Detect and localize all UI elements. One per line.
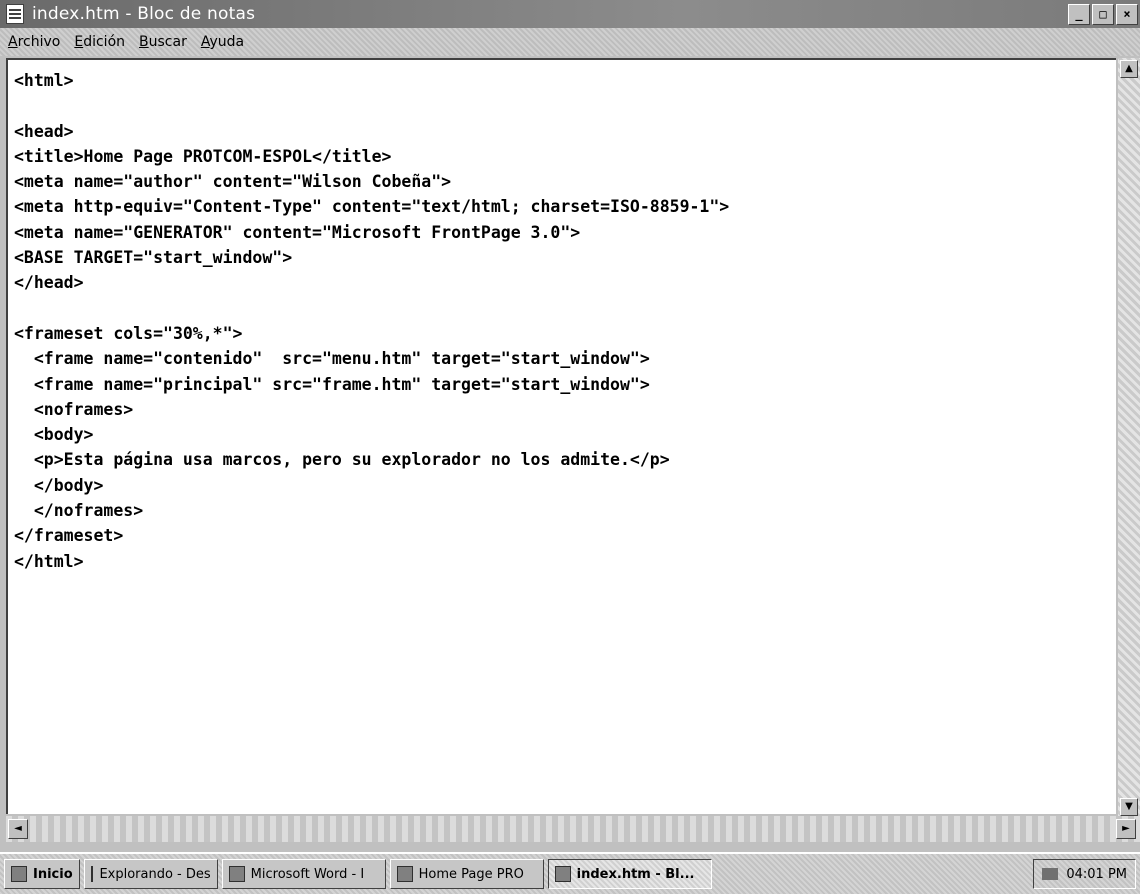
taskbar: Inicio Explorando - Des Microsoft Word -… <box>0 852 1140 894</box>
windows-logo-icon <box>11 866 27 882</box>
menu-buscar[interactable]: Buscar <box>139 34 187 50</box>
notepad-window: index.htm - Bloc de notas _ □ × Archivo … <box>0 0 1140 852</box>
scroll-right-icon[interactable]: ► <box>1116 819 1136 839</box>
title-bar[interactable]: index.htm - Bloc de notas _ □ × <box>0 0 1140 28</box>
task-label: Microsoft Word - I <box>250 866 365 882</box>
text-editor[interactable]: <html> <head> <title>Home Page PROTCOM-E… <box>6 58 1116 814</box>
task-label: Explorando - Des <box>99 866 211 882</box>
browser-icon <box>396 866 413 882</box>
explorer-icon <box>90 866 94 882</box>
scroll-down-icon[interactable]: ▼ <box>1120 798 1138 816</box>
system-tray: 04:01 PM <box>1033 859 1136 889</box>
horizontal-scrollbar[interactable]: ◄ ► <box>6 816 1140 842</box>
scroll-left-icon[interactable]: ◄ <box>8 819 28 839</box>
task-notepad[interactable]: index.htm - Bl... <box>547 859 712 889</box>
minimize-button[interactable]: _ <box>1068 4 1090 25</box>
vertical-scrollbar[interactable]: ▲ ▼ <box>1118 58 1140 818</box>
menu-bar: Archivo Edición Buscar Ayuda <box>0 28 1140 56</box>
scroll-up-icon[interactable]: ▲ <box>1120 60 1138 78</box>
notepad-icon <box>554 866 571 882</box>
task-label: Home Page PRO <box>418 866 524 882</box>
maximize-button[interactable]: □ <box>1092 4 1114 25</box>
menu-ayuda[interactable]: Ayuda <box>201 34 244 50</box>
editor-content[interactable]: <html> <head> <title>Home Page PROTCOM-E… <box>8 60 1116 574</box>
start-label: Inicio <box>33 866 73 882</box>
close-button[interactable]: × <box>1116 4 1138 25</box>
task-label: index.htm - Bl... <box>576 866 695 882</box>
window-controls: _ □ × <box>1068 4 1138 25</box>
menu-archivo[interactable]: Archivo <box>8 34 60 50</box>
menu-edicion[interactable]: Edición <box>74 34 125 50</box>
task-word[interactable]: Microsoft Word - I <box>221 859 386 889</box>
task-browser[interactable]: Home Page PRO <box>389 859 544 889</box>
clock[interactable]: 04:01 PM <box>1066 867 1127 882</box>
start-button[interactable]: Inicio <box>4 859 80 889</box>
task-explorer[interactable]: Explorando - Des <box>83 859 218 889</box>
word-icon <box>228 866 245 882</box>
volume-icon[interactable] <box>1042 868 1059 880</box>
window-title: index.htm - Bloc de notas <box>32 4 256 24</box>
notepad-icon[interactable] <box>6 4 24 24</box>
